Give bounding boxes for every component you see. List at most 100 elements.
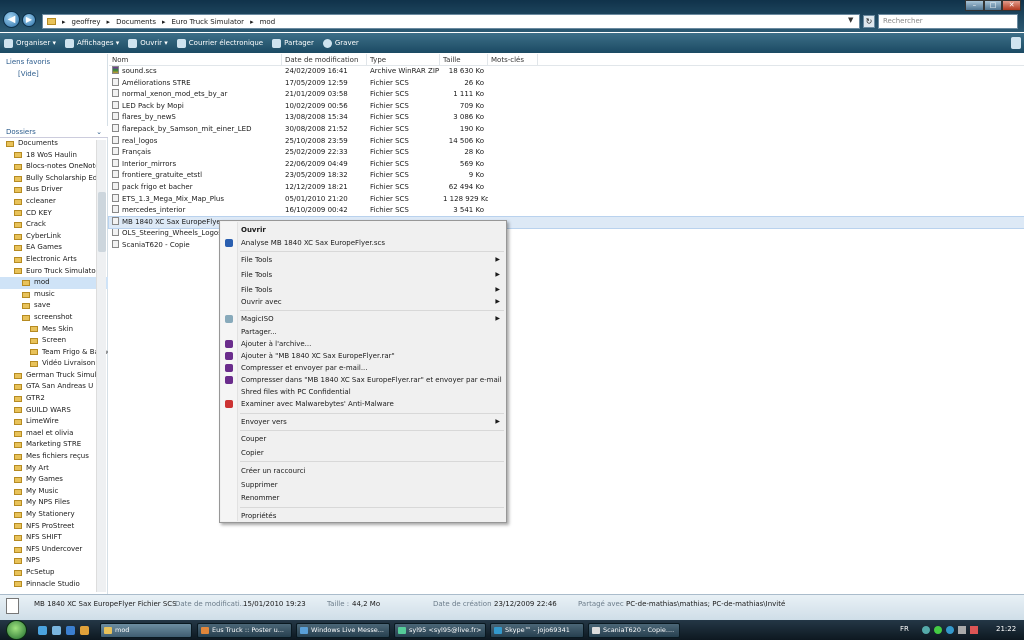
help-icon[interactable] — [1011, 37, 1021, 49]
language-indicator[interactable]: FR — [900, 625, 909, 633]
table-row[interactable]: pack frigo et bacher 12/12/2009 18:21 Fich… — [109, 181, 1024, 194]
folder-item-gtr2[interactable]: GTR2 — [0, 393, 108, 405]
menu-item-proprietes[interactable]: Propriétés — [220, 510, 506, 522]
menu-item-compresser-et-envoyer-par-e-mail[interactable]: Compresser et envoyer par e-mail... — [220, 362, 506, 374]
affichages-button[interactable]: Affichages ▾ — [64, 38, 119, 48]
menu-item-file-tools[interactable]: File Tools ▶ — [220, 254, 506, 266]
table-row[interactable]: flarepack_by_Samson_mit_einer_LED 30/08/2… — [109, 123, 1024, 136]
folder-item-cyberlink[interactable]: CyberLink — [0, 231, 108, 243]
table-row[interactable]: mercedes_interior 16/10/2009 00:42 Fichier… — [109, 205, 1024, 217]
folder-item-ccleaner[interactable]: ccleaner — [0, 196, 108, 208]
menu-item-ajouter-a-l-archive[interactable]: Ajouter à l'archive... — [220, 338, 506, 350]
menu-item-magiciso[interactable]: MagicISO ▶ — [220, 313, 506, 325]
column-header-tags[interactable]: Mots-clés — [488, 54, 538, 65]
switch-windows-icon[interactable] — [52, 626, 61, 635]
folder-item-mes-fichiers-recus[interactable]: Mes fichiers reçus — [0, 451, 108, 463]
breadcrumb-euro-truck[interactable]: Euro Truck Simulator — [172, 18, 245, 26]
folder-item-nps[interactable]: NPS — [0, 555, 108, 567]
table-row[interactable]: LED Pack by Mopi 10/02/2009 00:56 Fichier … — [109, 100, 1024, 113]
folder-item-euro-truck-simulator[interactable]: Euro Truck Simulator — [0, 266, 108, 278]
menu-item-creer-un-raccourci[interactable]: Créer un raccourci — [220, 465, 506, 477]
messenger-icon[interactable] — [934, 626, 942, 634]
folder-item-marketing-stre[interactable]: Marketing STRE — [0, 439, 108, 451]
table-row[interactable]: Améliorations STRE 17/05/2009 12:59 Fichie… — [109, 77, 1024, 90]
folder-item-my-music[interactable]: My Music — [0, 486, 108, 498]
folder-item-my-games[interactable]: My Games — [0, 474, 108, 486]
table-row[interactable]: Français 25/02/2009 22:33 Fichier SCS 28 Ko — [109, 147, 1024, 159]
folder-item-my-stationery[interactable]: My Stationery — [0, 509, 108, 521]
menu-item-envoyer-vers[interactable]: Envoyer vers ▶ — [220, 416, 506, 428]
folders-title[interactable]: Dossiers ⌄ — [0, 126, 108, 138]
menu-item-copier[interactable]: Copier — [220, 447, 506, 459]
menu-item-partager[interactable]: Partager... — [220, 326, 506, 338]
column-header-name[interactable]: Nom — [109, 54, 282, 65]
folder-item-team-frigo-bache[interactable]: Team Frigo & Bache — [0, 347, 108, 359]
column-header-size[interactable]: Taille — [440, 54, 488, 65]
folder-item-nfs-shift[interactable]: NFS SHIFT — [0, 532, 108, 544]
table-row[interactable]: flares_by_newS 13/08/2008 15:34 Fichier SC… — [109, 112, 1024, 124]
close-button[interactable]: ✕ — [1002, 0, 1022, 11]
breadcrumb-mod[interactable]: mod — [260, 18, 276, 26]
folder-item-gta-san-andreas-u[interactable]: GTA San Andreas U — [0, 381, 108, 393]
folder-item-blocs-notes-onenote[interactable]: Blocs-notes OneNote — [0, 161, 108, 173]
burn-button[interactable]: Graver — [322, 38, 359, 48]
folder-item-nfs-undercover[interactable]: NFS Undercover — [0, 544, 108, 556]
browser-icon[interactable] — [66, 626, 75, 635]
folder-item-mael-et-olivia[interactable]: mael et olivia — [0, 428, 108, 440]
menu-item-ouvrir[interactable]: Ouvrir — [220, 224, 506, 236]
taskbar-button-eus-truck-poster-u[interactable]: Eus Truck :: Poster u... — [197, 623, 292, 638]
table-row[interactable]: real_logos 25/10/2008 23:59 Fichier SCS 14 … — [109, 135, 1024, 148]
folder-item-music[interactable]: music — [0, 289, 108, 301]
folder-item-limewire[interactable]: LimeWire — [0, 416, 108, 428]
folder-item-screenshot[interactable]: screenshot — [0, 312, 108, 324]
maximize-button[interactable]: □ — [983, 0, 1003, 11]
taskbar-button-skype-jojo69341[interactable]: Skype™ - jojo69341 — [490, 623, 584, 638]
folder-item-my-art[interactable]: My Art — [0, 463, 108, 475]
organiser-button[interactable]: Organiser ▾ — [4, 38, 56, 48]
folder-item-nfs-prostreet[interactable]: NFS ProStreet — [0, 521, 108, 533]
taskbar-button-mod[interactable]: mod — [100, 623, 192, 638]
menu-item-analyse-mb-1840-xc-sax-europeflyer-scs[interactable]: Analyse MB 1840 XC Sax EuropeFlyer.scs — [220, 237, 506, 249]
folder-item-crack[interactable]: Crack — [0, 219, 108, 231]
folder-item-pinnacle-studio[interactable]: Pinnacle Studio — [0, 579, 108, 591]
minimize-button[interactable]: – — [965, 0, 984, 11]
folder-item-german-truck-simul[interactable]: German Truck Simul — [0, 370, 108, 382]
folder-item-mod[interactable]: mod — [0, 277, 108, 289]
menu-item-couper[interactable]: Couper — [220, 433, 506, 445]
table-row[interactable]: frontiere_gratuite_etstl 23/05/2009 18:32… — [109, 170, 1024, 182]
show-desktop-icon[interactable] — [38, 626, 47, 635]
dropdown-arrow-icon[interactable]: ▼ — [848, 16, 853, 24]
folder-item-ea-games[interactable]: EA Games — [0, 242, 108, 254]
table-row[interactable]: sound.scs 24/02/2009 16:41 Archive WinRAR … — [109, 66, 1024, 78]
volume-icon[interactable] — [958, 626, 966, 634]
network-icon[interactable] — [922, 626, 930, 634]
address-breadcrumb[interactable]: ▸ geoffrey ▸ Documents ▸ Euro Truck Simu… — [42, 14, 860, 29]
breadcrumb-geoffrey[interactable]: geoffrey — [72, 18, 101, 26]
folder-item-pcsetup[interactable]: PcSetup — [0, 567, 108, 579]
folder-item-cd-key[interactable]: CD KEY — [0, 208, 108, 220]
skype-icon[interactable] — [946, 626, 954, 634]
folder-item-documents[interactable]: Documents — [0, 138, 108, 150]
search-input[interactable]: Rechercher — [878, 14, 1018, 29]
folder-item-bus-driver[interactable]: Bus Driver — [0, 184, 108, 196]
scroll-thumb[interactable] — [98, 192, 106, 252]
menu-item-renommer[interactable]: Renommer — [220, 492, 506, 504]
forward-arrow-icon[interactable]: ▶ — [22, 13, 36, 27]
menu-item-compresser-dans-mb-1840-xc-sax-europefly[interactable]: Compresser dans "MB 1840 XC Sax EuropeFl… — [220, 374, 506, 386]
breadcrumb-documents[interactable]: Documents — [116, 18, 156, 26]
menu-item-examiner-avec-malwarebytes-anti-malware[interactable]: Examiner avec Malwarebytes' Anti-Malware — [220, 398, 506, 410]
menu-item-ajouter-a-mb-1840-xc-sax-europeflyer-rar[interactable]: Ajouter à "MB 1840 XC Sax EuropeFlyer.ra… — [220, 350, 506, 362]
menu-item-file-tools[interactable]: File Tools ▶ — [220, 269, 506, 281]
folder-item-screen[interactable]: Screen — [0, 335, 108, 347]
share-button[interactable]: Partager — [272, 38, 314, 48]
folder-item-electronic-arts[interactable]: Electronic Arts — [0, 254, 108, 266]
folder-item-guild-wars[interactable]: GUILD WARS — [0, 405, 108, 417]
security-icon[interactable] — [970, 626, 978, 634]
folder-item-18-wos-haulin[interactable]: 18 WoS Haulin — [0, 150, 108, 162]
clock[interactable]: 21:22 — [996, 625, 1016, 633]
menu-item-shred-files-with-pc-confidential[interactable]: Shred files with PC Confidential — [220, 386, 506, 398]
table-row[interactable]: ETS_1.3_Mega_Mix_Map_Plus 05/01/2010 21:2… — [109, 193, 1024, 206]
folder-item-my-nps-files[interactable]: My NPS Files — [0, 497, 108, 509]
column-header-date[interactable]: Date de modification — [282, 54, 367, 65]
ouvrir-button[interactable]: Ouvrir ▾ — [128, 38, 168, 48]
